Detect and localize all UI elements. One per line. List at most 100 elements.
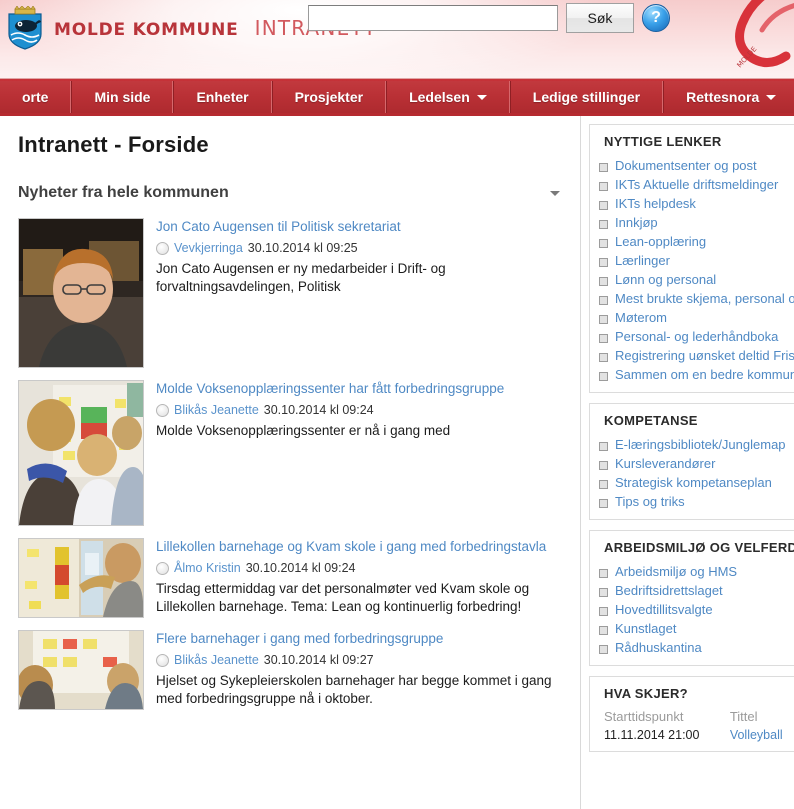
sidebar-link-item[interactable]: Strategisk kompetanseplan xyxy=(590,473,794,492)
nav-tab-ledige-stillinger[interactable]: Ledige stillinger xyxy=(509,81,664,113)
sidebar-link-item[interactable]: Rådhuskantina xyxy=(590,638,794,657)
nav-tab-min-side[interactable]: Min side xyxy=(71,81,174,113)
nav-tab-0[interactable]: orte xyxy=(0,81,72,113)
portrait-photo-thumbnail[interactable] xyxy=(18,218,144,368)
sidebar-link-item[interactable]: Dokumentsenter og post xyxy=(590,156,794,175)
sidebar-link-label[interactable]: Strategisk kompetanseplan xyxy=(615,475,772,490)
right-sidebar: NYTTIGE LENKER Dokumentsenter og post IK… xyxy=(581,116,794,809)
table-row[interactable]: 11.11.2014 21:00 Volleyball xyxy=(590,727,794,743)
bullet-icon xyxy=(599,296,608,305)
sidebar-link-label[interactable]: Sammen om en bedre kommune xyxy=(615,367,794,382)
sidebar-link-item[interactable]: Lean-opplæring xyxy=(590,232,794,251)
news-item: Jon Cato Augensen til Politisk sekretari… xyxy=(18,218,566,368)
chevron-down-icon[interactable] xyxy=(550,190,560,196)
sidebar-link-label[interactable]: Arbeidsmiljø og HMS xyxy=(615,564,737,579)
sidebar-link-label[interactable]: Lønn og personal xyxy=(615,272,716,287)
sidebar-link-label[interactable]: Kursleverandører xyxy=(615,456,715,471)
bullet-icon xyxy=(599,442,608,451)
bullet-icon xyxy=(599,480,608,489)
sidebar-link-item[interactable]: Registrering uønsket deltid Frist xyxy=(590,346,794,365)
sidebar-link-label[interactable]: E-læringsbibliotek/Junglemap xyxy=(615,437,786,452)
news-date: 30.10.2014 kl 09:24 xyxy=(245,561,356,575)
bullet-icon xyxy=(599,182,608,191)
event-title-cell[interactable]: Volleyball xyxy=(716,727,794,743)
sidebar-link-item[interactable]: Møterom xyxy=(590,308,794,327)
news-excerpt: Jon Cato Augensen er ny medarbeider i Dr… xyxy=(156,261,446,295)
news-author[interactable]: Ålmo Kristin xyxy=(174,561,241,575)
news-title-link[interactable]: Lillekollen barnehage og Kvam skole i ga… xyxy=(156,539,566,554)
sidebar-link-item[interactable]: Kunstlaget xyxy=(590,619,794,638)
panel-kompetanse: KOMPETANSE E-læringsbibliotek/Junglemap … xyxy=(589,403,794,520)
news-meta: Blikås Jeanette 30.10.2014 kl 09:24 xyxy=(156,403,566,417)
nav-tab-label: Ledelsen xyxy=(409,89,470,105)
whiteboard-group-photo-thumbnail[interactable] xyxy=(18,380,144,526)
sidebar-link-label[interactable]: Innkjøp xyxy=(615,215,658,230)
page-content: Intranett - Forside Nyheter fra hele kom… xyxy=(0,116,794,809)
news-title-link[interactable]: Jon Cato Augensen til Politisk sekretari… xyxy=(156,219,566,234)
sidebar-link-label[interactable]: Mest brukte skjema, personal og xyxy=(615,291,794,306)
sticky-notes-board-photo-thumbnail[interactable] xyxy=(18,538,144,618)
author-bullet-icon xyxy=(156,241,169,255)
sidebar-link-item[interactable]: Lærlinger xyxy=(590,251,794,270)
sidebar-link-label[interactable]: Kunstlaget xyxy=(615,621,676,636)
sidebar-link-label[interactable]: Lærlinger xyxy=(615,253,670,268)
sidebar-link-item[interactable]: Innkjøp xyxy=(590,213,794,232)
sidebar-link-item[interactable]: Personal- og lederhåndboka xyxy=(590,327,794,346)
sidebar-link-item[interactable]: Sammen om en bedre kommune xyxy=(590,365,794,384)
event-title-link[interactable]: Volleyball xyxy=(730,728,783,742)
nav-tab-enheter[interactable]: Enheter xyxy=(173,81,272,113)
column-header-start-time: Starttidspunkt xyxy=(604,709,684,724)
sidebar-link-label[interactable]: Rådhuskantina xyxy=(615,640,702,655)
site-header: MOLDE KOMMUNE INTRANETT Søk ? MOLDE xyxy=(0,0,794,78)
news-author[interactable]: Blikås Jeanette xyxy=(174,403,259,417)
nav-tab-ledelsen[interactable]: Ledelsen xyxy=(386,81,510,113)
sidebar-link-label[interactable]: Registrering uønsket deltid Frist xyxy=(615,348,794,363)
nav-tab-label: Min side xyxy=(94,89,151,105)
sidebar-link-item[interactable]: Arbeidsmiljø og HMS xyxy=(590,562,794,581)
bullet-icon xyxy=(599,277,608,286)
search-input[interactable] xyxy=(308,5,558,31)
news-body: Flere barnehager i gang med forbedringsg… xyxy=(156,630,566,710)
intranet-page: MOLDE KOMMUNE INTRANETT Søk ? MOLDE orte… xyxy=(0,0,794,809)
sidebar-link-item[interactable]: E-læringsbibliotek/Junglemap xyxy=(590,435,794,454)
sidebar-link-item[interactable]: IKTs Aktuelle driftsmeldinger xyxy=(590,175,794,194)
bullet-icon xyxy=(599,258,608,267)
sidebar-link-label[interactable]: Lean-opplæring xyxy=(615,234,706,249)
sidebar-link-item[interactable]: Tips og triks xyxy=(590,492,794,511)
news-title-link[interactable]: Molde Voksenopplæringssenter har fått fo… xyxy=(156,381,566,396)
news-item: Molde Voksenopplæringssenter har fått fo… xyxy=(18,380,566,526)
sidebar-link-item[interactable]: Kursleverandører xyxy=(590,454,794,473)
sidebar-link-label[interactable]: Møterom xyxy=(615,310,667,325)
sidebar-link-item[interactable]: Mest brukte skjema, personal og xyxy=(590,289,794,308)
sidebar-link-label[interactable]: IKTs helpdesk xyxy=(615,196,696,211)
sidebar-link-item[interactable]: Hovedtillitsvalgte xyxy=(590,600,794,619)
page-title: Intranett - Forside xyxy=(18,132,209,157)
news-title-link[interactable]: Flere barnehager i gang med forbedringsg… xyxy=(156,631,566,646)
nav-tab-prosjekter[interactable]: Prosjekter xyxy=(271,81,387,113)
panel-title: HVA SKJER? xyxy=(604,686,688,701)
news-author[interactable]: Vevkjerringa xyxy=(174,241,243,255)
improvement-board-photo-thumbnail[interactable] xyxy=(18,630,144,710)
news-excerpt: Molde Voksenopplæringssenter er nå i gan… xyxy=(156,423,451,438)
news-date: 30.10.2014 kl 09:27 xyxy=(263,653,374,667)
help-icon[interactable]: ? xyxy=(642,4,670,32)
sidebar-link-item[interactable]: Lønn og personal xyxy=(590,270,794,289)
main-navigation: orte Min side Enheter Prosjekter Ledelse… xyxy=(0,78,794,116)
news-body: Jon Cato Augensen til Politisk sekretari… xyxy=(156,218,566,368)
sidebar-link-label[interactable]: Hovedtillitsvalgte xyxy=(615,602,713,617)
author-bullet-icon xyxy=(156,561,169,575)
search-button[interactable]: Søk xyxy=(566,3,634,33)
sidebar-link-item[interactable]: IKTs helpdesk xyxy=(590,194,794,213)
sidebar-link-label[interactable]: Bedriftsidrettslaget xyxy=(615,583,723,598)
nav-tab-rettesnora[interactable]: Rettesnora xyxy=(663,81,794,113)
sidebar-link-label[interactable]: IKTs Aktuelle driftsmeldinger xyxy=(615,177,778,192)
sidebar-link-label[interactable]: Tips og triks xyxy=(615,494,685,509)
sidebar-link-label[interactable]: Dokumentsenter og post xyxy=(615,158,757,173)
news-author[interactable]: Blikås Jeanette xyxy=(174,653,259,667)
bullet-icon xyxy=(599,588,608,597)
chevron-down-icon xyxy=(766,94,777,100)
news-section-header[interactable]: Nyheter fra hele kommunen xyxy=(18,184,566,208)
news-item: Flere barnehager i gang med forbedringsg… xyxy=(18,630,566,710)
sidebar-link-item[interactable]: Bedriftsidrettslaget xyxy=(590,581,794,600)
sidebar-link-label[interactable]: Personal- og lederhåndboka xyxy=(615,329,778,344)
